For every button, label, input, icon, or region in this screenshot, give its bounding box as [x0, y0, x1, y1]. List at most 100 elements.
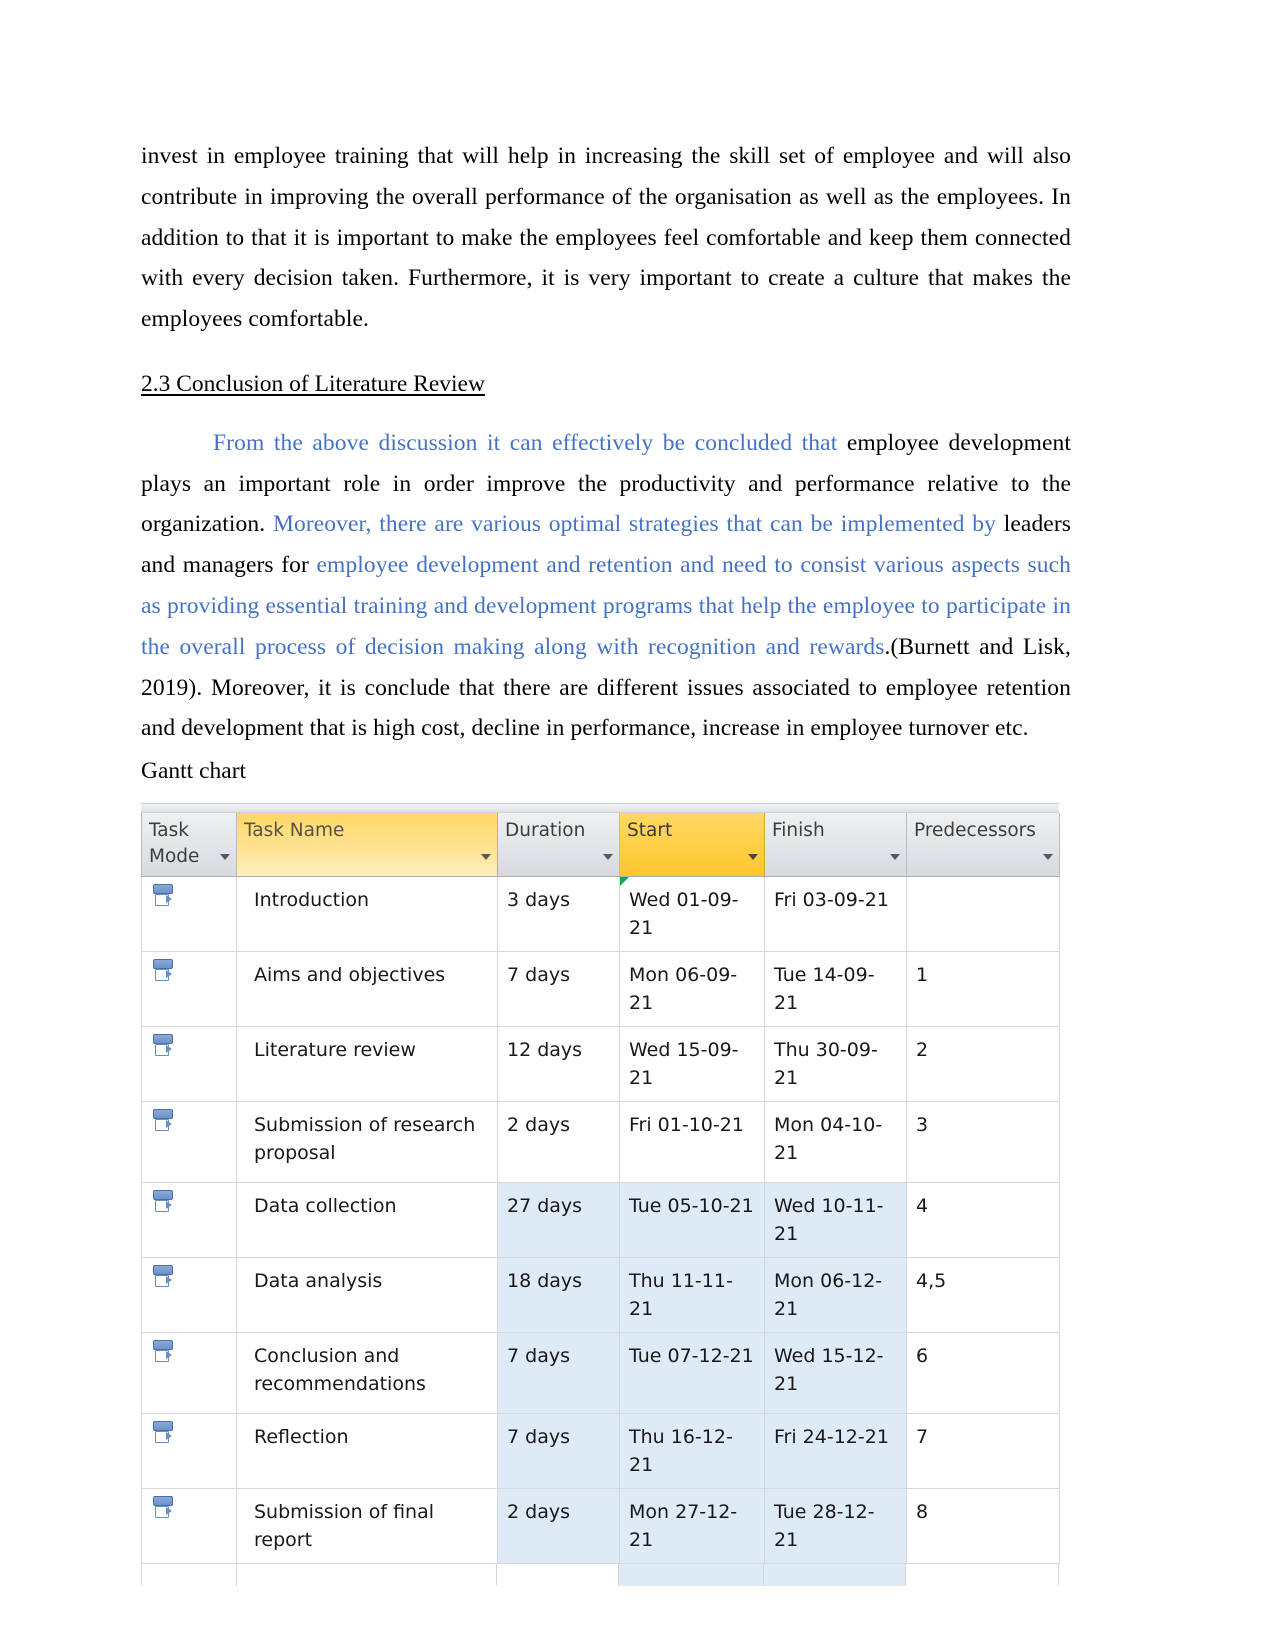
filter-dropdown-icon[interactable]	[748, 853, 758, 860]
gantt-chart-label: Gantt chart	[141, 758, 247, 785]
cell-finish[interactable]: Fri 24-12-21	[764, 1413, 907, 1489]
cell-finish-text: Wed 15-12-21	[774, 1344, 884, 1395]
filter-dropdown-icon[interactable]	[1043, 853, 1053, 860]
manually-scheduled-icon	[152, 1420, 174, 1446]
cell-task-name-text: Conclusion and recommendations	[254, 1344, 426, 1395]
cell-task-mode[interactable]	[141, 1488, 237, 1564]
table-row[interactable]: Data analysis 18 days Thu 11-11-21 Mon 06-1…	[141, 1257, 1060, 1333]
cell-task-name[interactable]: Reflection	[236, 1413, 498, 1489]
cell-duration[interactable]: 7 days	[497, 1413, 620, 1489]
table-row[interactable]: Literature review 12 days Wed 15-09-21 Thu …	[141, 1026, 1060, 1102]
cell-predecessors-text: 4,5	[916, 1269, 947, 1292]
column-header-start-label: Start	[627, 819, 673, 841]
cell-finish[interactable]: Wed 15-12-21	[764, 1332, 907, 1414]
cell-task-name[interactable]: Aims and objectives	[236, 951, 498, 1027]
cell-predecessors-text: 3	[916, 1113, 929, 1136]
cell-task-name-text: Submission of final report	[254, 1500, 435, 1551]
task-indicator-flag-icon	[620, 876, 629, 886]
column-header-duration[interactable]: Duration	[497, 812, 620, 877]
manually-scheduled-icon	[152, 1033, 174, 1059]
cell-start-text: Thu 11-11-21	[629, 1269, 733, 1320]
cell-duration[interactable]: 2 days	[497, 1488, 620, 1564]
manually-scheduled-icon	[152, 958, 174, 984]
cell-predecessors[interactable]: 8	[906, 1488, 1060, 1564]
cell-task-mode[interactable]	[141, 1026, 237, 1102]
table-row[interactable]: Submission of research proposal 2 days Fri…	[141, 1101, 1060, 1183]
filter-dropdown-icon[interactable]	[220, 853, 230, 860]
cell-duration[interactable]: 2 days	[497, 1101, 620, 1183]
cell-predecessors-text: 4	[916, 1194, 929, 1217]
table-row[interactable]: Conclusion and recommendations 7 days Tue …	[141, 1332, 1060, 1414]
cell-finish[interactable]: Thu 30-09-21	[764, 1026, 907, 1102]
paragraph-conclusion: From the above discussion it can effecti…	[141, 423, 1071, 749]
cell-task-name[interactable]: Literature review	[236, 1026, 498, 1102]
cell-task-name-text: Submission of research proposal	[254, 1113, 476, 1164]
cell-task-mode[interactable]	[141, 1101, 237, 1183]
cell-finish[interactable]: Wed 10-11-21	[764, 1182, 907, 1258]
column-header-finish[interactable]: Finish	[764, 812, 907, 877]
cell-start[interactable]: Thu 16-12-21	[619, 1413, 765, 1489]
cell-duration[interactable]: 7 days	[497, 951, 620, 1027]
cell-task-name-text: Data analysis	[254, 1269, 383, 1292]
cell-task-mode[interactable]	[141, 876, 237, 952]
cell-predecessors[interactable]: 1	[906, 951, 1060, 1027]
column-header-task-mode[interactable]: Task Mode	[141, 812, 237, 877]
column-header-start[interactable]: Start	[619, 812, 765, 877]
cell-start[interactable]: Wed 01-09-21	[619, 876, 765, 952]
cell-duration[interactable]: 3 days	[497, 876, 620, 952]
cell-start[interactable]: Mon 27-12-21	[619, 1488, 765, 1564]
cell-finish[interactable]: Tue 14-09-21	[764, 951, 907, 1027]
filter-dropdown-icon[interactable]	[603, 853, 613, 860]
cell-finish[interactable]: Fri 03-09-21	[764, 876, 907, 952]
column-header-predecessors-label: Predecessors	[914, 819, 1036, 841]
filter-dropdown-icon[interactable]	[890, 853, 900, 860]
cell-duration[interactable]: 12 days	[497, 1026, 620, 1102]
cell-task-name[interactable]: Data collection	[236, 1182, 498, 1258]
cell-task-mode[interactable]	[141, 1413, 237, 1489]
column-header-predecessors[interactable]: Predecessors	[906, 812, 1060, 877]
column-header-task-mode-line1: Task	[149, 819, 189, 841]
cell-task-name[interactable]: Data analysis	[236, 1257, 498, 1333]
cell-predecessors[interactable]: 2	[906, 1026, 1060, 1102]
cell-start[interactable]: Tue 05-10-21	[619, 1182, 765, 1258]
table-row[interactable]: Aims and objectives 7 days Mon 06-09-21 Tue…	[141, 951, 1060, 1027]
cell-predecessors-text: 6	[916, 1344, 929, 1367]
cell-duration[interactable]: 7 days	[497, 1332, 620, 1414]
cell-task-name[interactable]: Introduction	[236, 876, 498, 952]
cell-finish[interactable]: Mon 04-10-21	[764, 1101, 907, 1183]
cell-start-text: Tue 07-12-21	[629, 1344, 754, 1367]
cell-task-name-text: Reflection	[254, 1425, 349, 1448]
table-row[interactable]: Submission of final report 2 days Mon 27-1…	[141, 1488, 1060, 1564]
cell-duration-text: 2 days	[507, 1113, 570, 1136]
cell-predecessors[interactable]: 4	[906, 1182, 1060, 1258]
cell-task-name[interactable]: Conclusion and recommendations	[236, 1332, 498, 1414]
cell-finish[interactable]: Mon 06-12-21	[764, 1257, 907, 1333]
cell-start[interactable]: Thu 11-11-21	[619, 1257, 765, 1333]
cell-finish-text: Mon 04-10-21	[774, 1113, 883, 1164]
cell-finish-text: Fri 03-09-21	[774, 888, 889, 911]
cell-task-name[interactable]: Submission of research proposal	[236, 1101, 498, 1183]
cell-start[interactable]: Fri 01-10-21	[619, 1101, 765, 1183]
cell-task-name[interactable]: Submission of final report	[236, 1488, 498, 1564]
cell-task-mode[interactable]	[141, 951, 237, 1027]
cell-start[interactable]: Wed 15-09-21	[619, 1026, 765, 1102]
cell-predecessors[interactable]: 6	[906, 1332, 1060, 1414]
cell-task-mode[interactable]	[141, 1182, 237, 1258]
cell-task-mode[interactable]	[141, 1332, 237, 1414]
cell-duration[interactable]: 18 days	[497, 1257, 620, 1333]
table-row[interactable]: Data collection 27 days Tue 05-10-21 Wed 10…	[141, 1182, 1060, 1258]
cell-start[interactable]: Mon 06-09-21	[619, 951, 765, 1027]
cell-start[interactable]: Tue 07-12-21	[619, 1332, 765, 1414]
cell-duration[interactable]: 27 days	[497, 1182, 620, 1258]
cell-predecessors[interactable]: 3	[906, 1101, 1060, 1183]
table-empty-row[interactable]	[141, 1563, 1059, 1586]
column-header-task-name[interactable]: Task Name	[236, 812, 498, 877]
table-row[interactable]: Reflection 7 days Thu 16-12-21 Fri 24-12-21…	[141, 1413, 1060, 1489]
cell-predecessors[interactable]	[906, 876, 1060, 952]
cell-predecessors[interactable]: 7	[906, 1413, 1060, 1489]
table-row[interactable]: Introduction 3 days Wed 01-09-21 Fri 03-09-…	[141, 876, 1060, 952]
cell-predecessors[interactable]: 4,5	[906, 1257, 1060, 1333]
cell-task-mode[interactable]	[141, 1257, 237, 1333]
cell-finish[interactable]: Tue 28-12-21	[764, 1488, 907, 1564]
filter-dropdown-icon[interactable]	[481, 853, 491, 860]
